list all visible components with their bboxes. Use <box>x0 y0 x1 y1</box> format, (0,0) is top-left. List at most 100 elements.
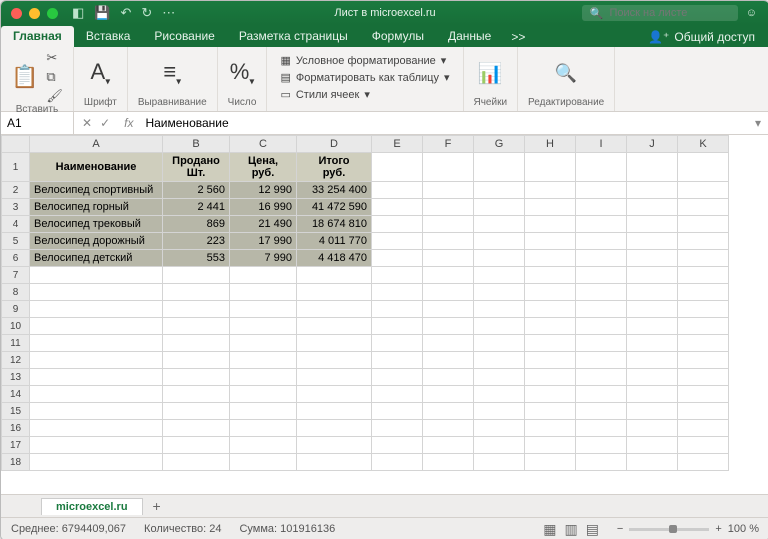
number-icon[interactable]: %▾ <box>230 59 255 87</box>
col-header[interactable]: G <box>474 136 525 153</box>
cell[interactable]: 41 472 590 <box>297 199 372 216</box>
cell[interactable] <box>678 301 729 318</box>
cell[interactable] <box>297 267 372 284</box>
cell[interactable] <box>423 403 474 420</box>
row-header[interactable]: 7 <box>2 267 30 284</box>
row-header[interactable]: 4 <box>2 216 30 233</box>
toolbar-more-icon[interactable]: ⋯ <box>162 5 175 21</box>
cell[interactable] <box>372 454 423 471</box>
cell[interactable]: Продано Шт. <box>163 153 230 182</box>
cell[interactable] <box>627 403 678 420</box>
name-box[interactable]: A1 <box>1 112 74 134</box>
cell[interactable] <box>30 437 163 454</box>
row-header[interactable]: 13 <box>2 369 30 386</box>
col-header[interactable]: A <box>30 136 163 153</box>
cell[interactable]: 4 011 770 <box>297 233 372 250</box>
cell[interactable] <box>576 369 627 386</box>
cell[interactable] <box>474 153 525 182</box>
cell[interactable]: 2 441 <box>163 199 230 216</box>
cell[interactable] <box>474 403 525 420</box>
cell[interactable] <box>474 199 525 216</box>
cell[interactable] <box>678 437 729 454</box>
cell[interactable] <box>627 352 678 369</box>
cell[interactable] <box>423 352 474 369</box>
save-icon[interactable]: 💾 <box>94 5 110 21</box>
cell[interactable] <box>423 301 474 318</box>
cell[interactable] <box>474 250 525 267</box>
cell[interactable] <box>163 420 230 437</box>
cell[interactable] <box>525 250 576 267</box>
sheet-tab[interactable]: microexcel.ru <box>41 498 143 515</box>
col-header[interactable]: F <box>423 136 474 153</box>
cell[interactable] <box>525 284 576 301</box>
cell[interactable] <box>423 437 474 454</box>
cell[interactable] <box>372 182 423 199</box>
cell[interactable] <box>576 454 627 471</box>
cell[interactable] <box>230 267 297 284</box>
cell[interactable] <box>474 369 525 386</box>
cell[interactable] <box>576 182 627 199</box>
cell[interactable] <box>627 284 678 301</box>
cell[interactable] <box>576 318 627 335</box>
cell[interactable] <box>525 318 576 335</box>
cell[interactable] <box>423 199 474 216</box>
cell[interactable] <box>163 454 230 471</box>
cell[interactable] <box>297 386 372 403</box>
cell[interactable]: 223 <box>163 233 230 250</box>
row-header[interactable]: 17 <box>2 437 30 454</box>
cell[interactable] <box>576 335 627 352</box>
cell[interactable] <box>678 369 729 386</box>
cell[interactable] <box>163 437 230 454</box>
cell[interactable] <box>678 284 729 301</box>
cell[interactable]: Велосипед трековый <box>30 216 163 233</box>
cell[interactable] <box>678 386 729 403</box>
cell[interactable] <box>372 233 423 250</box>
row-header[interactable]: 15 <box>2 403 30 420</box>
cell[interactable] <box>230 403 297 420</box>
cell[interactable] <box>372 369 423 386</box>
cell[interactable] <box>372 199 423 216</box>
cell[interactable]: 4 418 470 <box>297 250 372 267</box>
cell[interactable] <box>525 386 576 403</box>
cell[interactable] <box>678 216 729 233</box>
editing-icon[interactable]: 🔍 <box>555 63 577 84</box>
autosave-icon[interactable]: ◧ <box>72 5 84 21</box>
cell[interactable] <box>423 267 474 284</box>
tab-home[interactable]: Главная <box>1 26 74 47</box>
cell[interactable] <box>372 216 423 233</box>
cell[interactable] <box>474 233 525 250</box>
cell[interactable] <box>423 318 474 335</box>
cell[interactable] <box>525 216 576 233</box>
cell[interactable] <box>576 386 627 403</box>
align-icon[interactable]: ≡▾ <box>163 59 181 87</box>
cell[interactable] <box>297 335 372 352</box>
col-header[interactable]: I <box>576 136 627 153</box>
confirm-icon[interactable]: ✓ <box>100 116 110 130</box>
cell[interactable] <box>678 352 729 369</box>
cell[interactable] <box>423 335 474 352</box>
col-header[interactable]: E <box>372 136 423 153</box>
redo-icon[interactable]: ↻ <box>141 5 152 21</box>
search-box[interactable]: 🔍 <box>582 5 738 21</box>
cell[interactable] <box>423 284 474 301</box>
cell[interactable] <box>525 267 576 284</box>
cell[interactable]: Итого руб. <box>297 153 372 182</box>
cell[interactable] <box>423 369 474 386</box>
row-header[interactable]: 12 <box>2 352 30 369</box>
cell[interactable] <box>627 369 678 386</box>
cell[interactable] <box>627 318 678 335</box>
cell[interactable]: Велосипед детский <box>30 250 163 267</box>
cell[interactable] <box>678 403 729 420</box>
cell[interactable] <box>230 318 297 335</box>
cell[interactable] <box>30 454 163 471</box>
cell[interactable] <box>163 403 230 420</box>
cell[interactable]: 18 674 810 <box>297 216 372 233</box>
cell[interactable] <box>627 250 678 267</box>
view-page-icon[interactable]: ▥ <box>564 521 577 538</box>
cell[interactable] <box>163 335 230 352</box>
window-close-button[interactable] <box>11 8 22 19</box>
cell[interactable] <box>297 318 372 335</box>
cell[interactable]: Цена, руб. <box>230 153 297 182</box>
tab-data[interactable]: Данные <box>436 26 503 47</box>
cell[interactable] <box>474 301 525 318</box>
